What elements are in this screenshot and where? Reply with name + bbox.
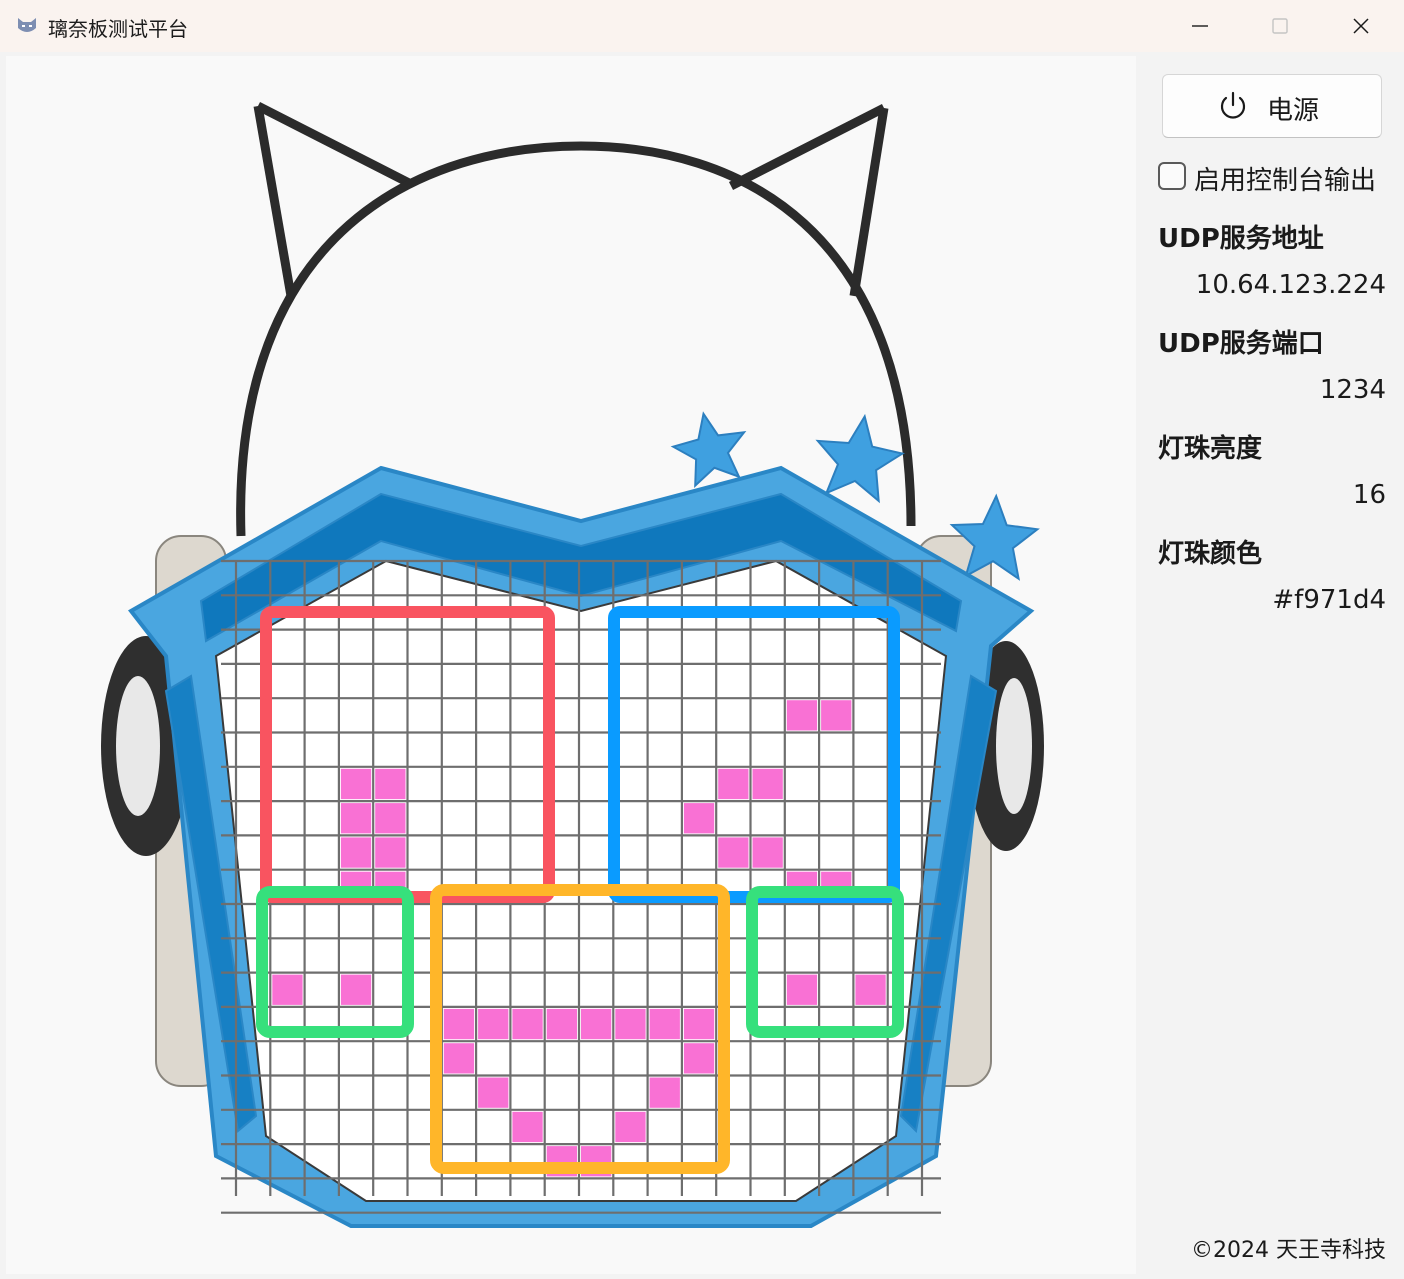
- console-output-label: 启用控制台输出: [1194, 166, 1377, 196]
- lit-led: [615, 1008, 646, 1040]
- lit-led: [512, 1111, 543, 1143]
- lit-led: [718, 768, 749, 800]
- lit-led: [581, 1008, 612, 1040]
- lit-led: [683, 803, 715, 834]
- lit-led: [683, 1008, 715, 1040]
- led-color-value: #f971d4: [1272, 585, 1386, 615]
- lit-led: [375, 837, 406, 868]
- lit-led: [512, 1008, 543, 1040]
- app-window: 璃奈板测试平台 电源 启用控制台输出 UDP服务地址 10.64.123.224…: [0, 0, 1404, 1279]
- lit-led: [649, 1008, 680, 1040]
- minimize-button[interactable]: [1160, 0, 1240, 52]
- lit-led: [340, 974, 372, 1005]
- star-shape: [815, 413, 905, 504]
- lit-led: [340, 768, 372, 800]
- led-color-label: 灯珠颜色: [1158, 539, 1263, 569]
- lit-led: [786, 974, 818, 1005]
- lit-led: [375, 768, 406, 800]
- lit-led: [855, 974, 886, 1005]
- close-button[interactable]: [1321, 0, 1401, 52]
- lit-led: [443, 1043, 475, 1074]
- mask-preview-canvas: [6, 56, 1136, 1274]
- udp-address-label: UDP服务地址: [1158, 224, 1324, 254]
- rina-board-mask-illustration: [101, 101, 1044, 1228]
- lit-led: [443, 1008, 475, 1040]
- lit-led: [683, 1043, 715, 1074]
- lit-led: [478, 1008, 509, 1040]
- minimize-icon: [1192, 25, 1208, 27]
- star-shape: [670, 411, 747, 488]
- lit-led: [821, 700, 852, 731]
- console-output-checkbox[interactable]: [1158, 162, 1186, 190]
- lit-led: [375, 803, 406, 834]
- lit-led: [340, 837, 372, 868]
- console-output-toggle[interactable]: 启用控制台输出: [1156, 160, 1396, 196]
- copyright-text: ©2024 天王寺科技: [1191, 1238, 1386, 1263]
- lit-led: [615, 1111, 646, 1143]
- lit-led: [786, 700, 818, 731]
- udp-address-value: 10.64.123.224: [1195, 270, 1386, 300]
- lit-led: [752, 768, 783, 800]
- maximize-icon: [1272, 18, 1288, 34]
- power-icon: [1220, 91, 1246, 119]
- maximize-button[interactable]: [1240, 0, 1320, 52]
- lit-led: [752, 837, 783, 868]
- lit-led: [546, 1008, 577, 1040]
- title-bar[interactable]: 璃奈板测试平台: [0, 0, 1404, 52]
- cat-ears-outline: [236, 101, 916, 537]
- led-brightness-value: 16: [1352, 480, 1386, 510]
- power-button-label: 电源: [1267, 96, 1320, 126]
- power-button[interactable]: 电源: [1162, 74, 1382, 138]
- led-brightness-label: 灯珠亮度: [1158, 434, 1263, 464]
- lit-led: [649, 1077, 680, 1108]
- udp-port-value: 1234: [1319, 375, 1386, 405]
- cat-face-icon: [18, 18, 36, 32]
- window-title: 璃奈板测试平台: [48, 17, 188, 41]
- lit-led: [478, 1077, 509, 1108]
- lit-led: [718, 837, 749, 868]
- close-icon: [1353, 18, 1369, 34]
- lit-led: [272, 974, 303, 1005]
- lit-led: [340, 803, 372, 834]
- udp-port-label: UDP服务端口: [1158, 329, 1324, 359]
